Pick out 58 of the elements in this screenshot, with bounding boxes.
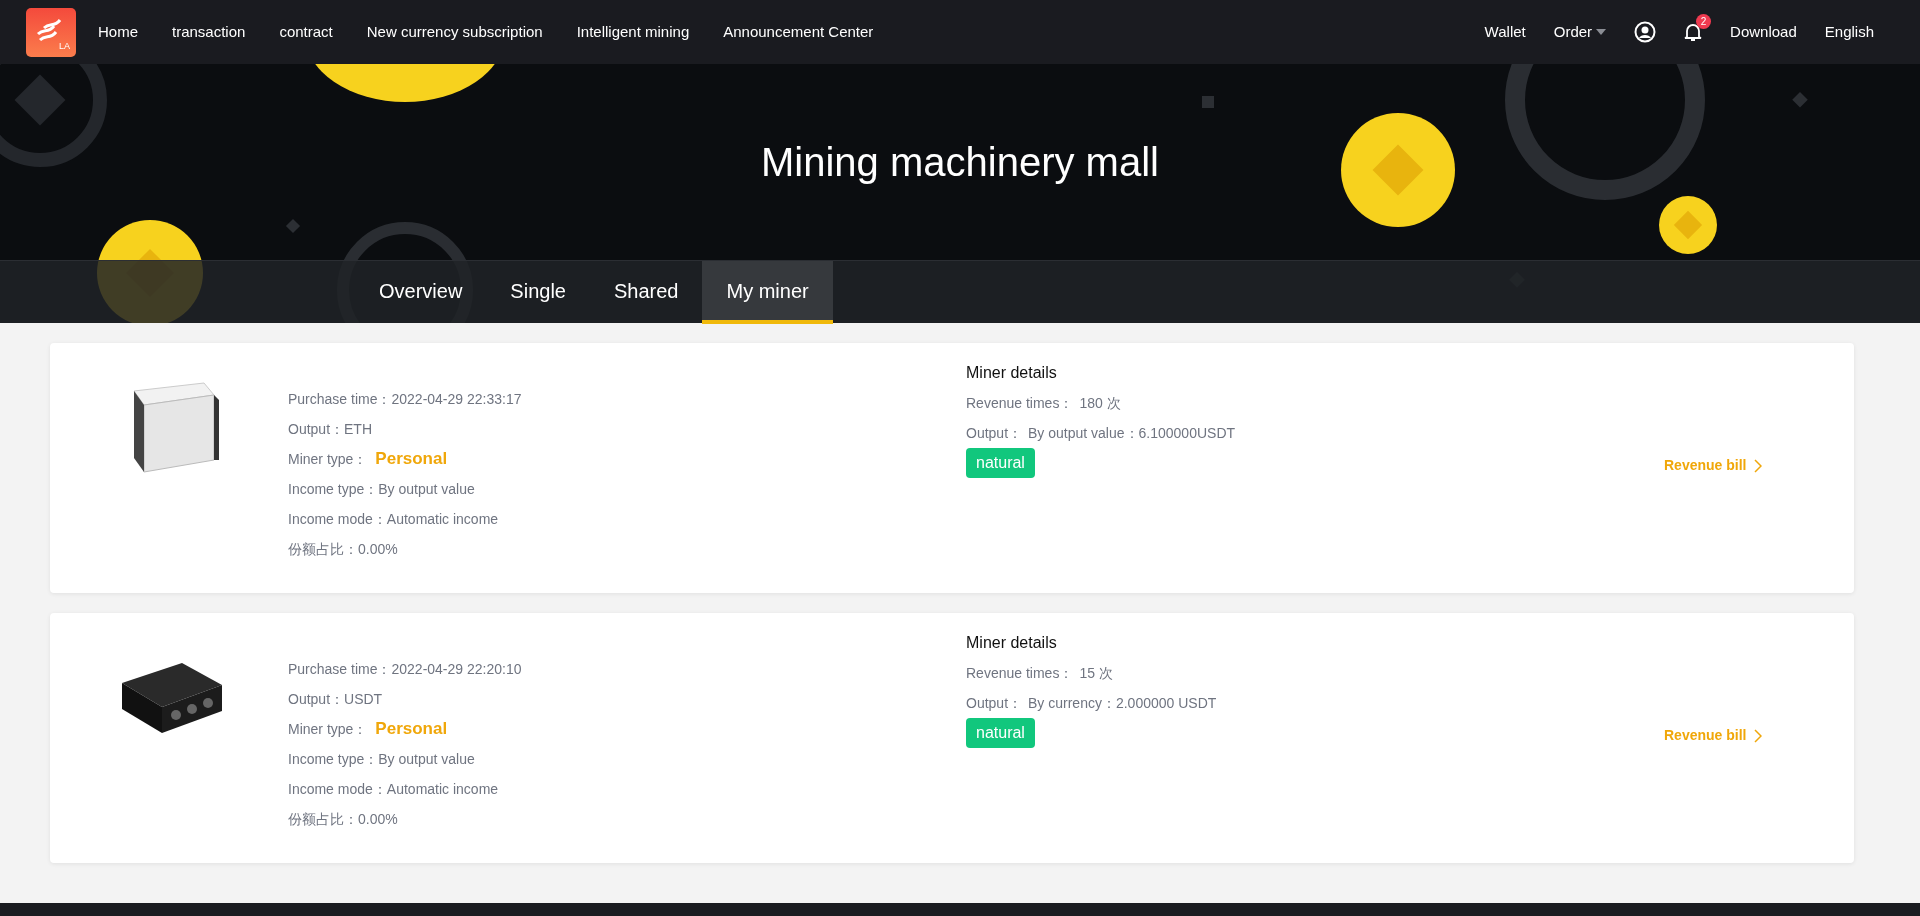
tab[interactable]: Shared	[589, 261, 703, 324]
order-dropdown[interactable]: Order	[1553, 20, 1607, 44]
field-value: 2022-04-29 22:20:10	[391, 660, 522, 679]
field-value: ETH	[344, 420, 373, 439]
field-label: Output：	[288, 420, 345, 439]
details-title: Miner details	[966, 633, 1058, 653]
field-label: 份额占比：	[288, 540, 358, 559]
detail-value: By output value：6.100000USDT	[1028, 424, 1236, 443]
nav-link[interactable]: Intelligent mining	[576, 20, 690, 44]
detail-label: Revenue times：	[966, 664, 1074, 683]
field-value: USDT	[344, 690, 383, 709]
field-label: Income mode：	[288, 510, 387, 529]
nav-link[interactable]: Download	[1730, 20, 1797, 44]
nav-link[interactable]: English	[1824, 20, 1874, 44]
page-title: Mining machinery mall	[761, 139, 1159, 186]
field-label: Output：	[288, 690, 345, 709]
field-label: Miner type：	[288, 450, 368, 469]
detail-label: Output：	[966, 424, 1023, 443]
chevron-right-icon	[1754, 458, 1763, 473]
detail-value: 180 次	[1079, 394, 1121, 413]
bell-icon[interactable]	[1684, 22, 1703, 42]
field-value: By output value	[378, 750, 475, 769]
field-label: Income type：	[288, 480, 379, 499]
field-label: Income mode：	[288, 780, 387, 799]
field-value: Automatic income	[386, 780, 499, 799]
field-value: 2022-04-29 22:33:17	[391, 390, 522, 409]
user-icon[interactable]	[1634, 21, 1657, 43]
nav-link[interactable]: transaction	[172, 20, 246, 44]
nav-link[interactable]: Announcement Center	[723, 20, 874, 44]
tab[interactable]: Single	[486, 261, 590, 324]
field-label: Income type：	[288, 750, 379, 769]
detail-label: Output：	[966, 694, 1023, 713]
status-tag: natural	[966, 718, 1035, 748]
field-value: Personal	[375, 448, 448, 471]
chevron-right-icon	[1754, 728, 1763, 743]
field-value: By output value	[378, 480, 475, 499]
field-label: Miner type：	[288, 720, 368, 739]
nav-link[interactable]: contract	[279, 20, 333, 44]
nav-link[interactable]: Home	[98, 20, 138, 44]
field-label: 份额占比：	[288, 810, 358, 829]
field-label: Purchase time：	[288, 660, 392, 679]
tab[interactable]: My miner	[702, 261, 833, 324]
tab[interactable]: Overview	[355, 261, 487, 324]
field-value: Personal	[375, 718, 448, 741]
logo-text: LA	[59, 40, 70, 53]
caret-icon	[1596, 29, 1607, 35]
field-value: 0.00%	[358, 540, 398, 559]
nav-link[interactable]: Wallet	[1484, 20, 1526, 44]
field-value: 0.00%	[358, 810, 398, 829]
field-value: Automatic income	[386, 510, 499, 529]
nav-link[interactable]: New currency subscription	[366, 20, 543, 44]
notification-badge: 2	[1696, 14, 1712, 29]
details-title: Miner details	[966, 363, 1058, 383]
detail-value: 15 次	[1079, 664, 1113, 683]
detail-label: Revenue times：	[966, 394, 1074, 413]
status-tag: natural	[966, 448, 1035, 478]
field-label: Purchase time：	[288, 390, 392, 409]
detail-value: By currency：2.000000 USDT	[1028, 694, 1217, 713]
